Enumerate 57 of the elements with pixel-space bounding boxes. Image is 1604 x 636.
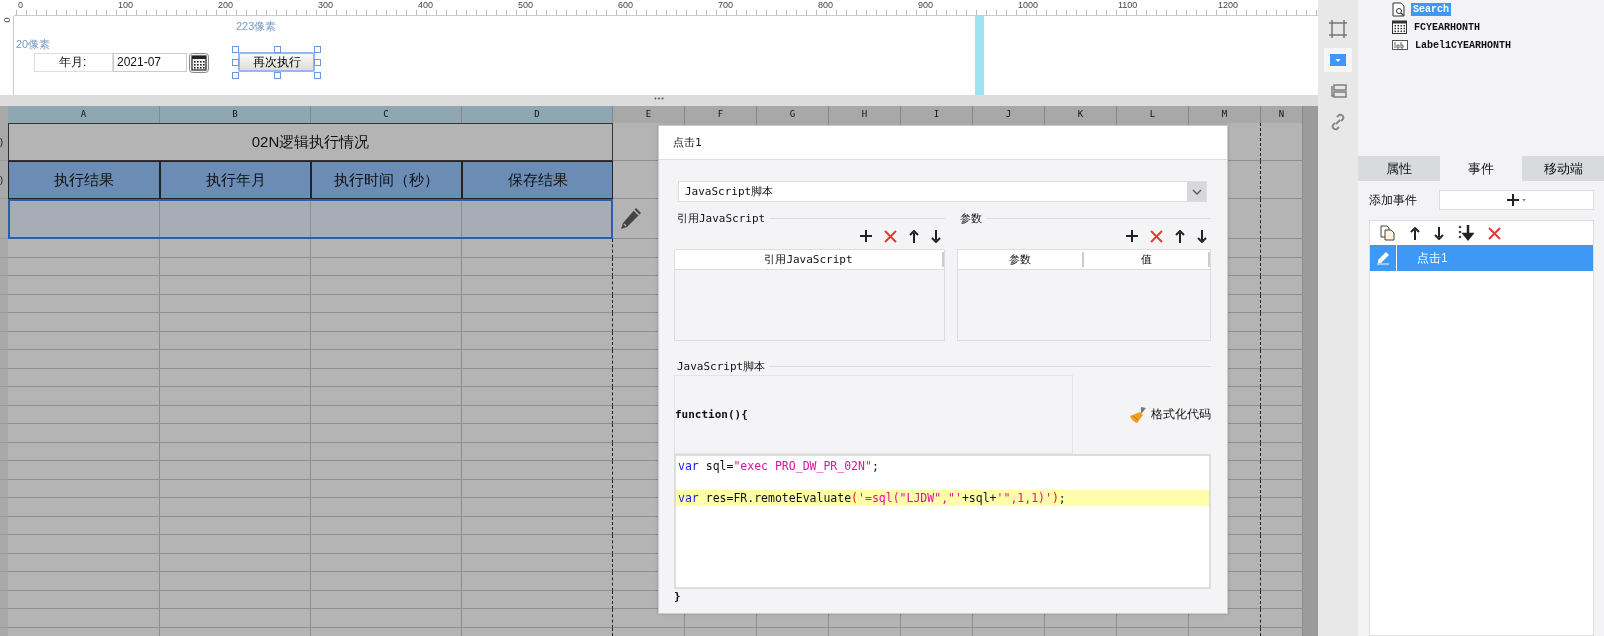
code-line: var sql="exec PRO_DW_PR_02N"; (677, 458, 880, 474)
column-header[interactable]: N (1261, 106, 1303, 123)
format-code-button[interactable]: 格式化代码 (1129, 405, 1211, 424)
column-header[interactable]: E (613, 106, 685, 123)
row-header[interactable]: ) (0, 174, 3, 185)
table-cell: 02N逻辑执行情况 (8, 123, 613, 161)
code-editor[interactable]: var sql="exec PRO_DW_PR_02N"; var res=FR.remoteEvaluate('=sql("LJDW","'+sql+'",1,1)'); (674, 454, 1211, 589)
row-header[interactable]: ) (0, 136, 3, 147)
section-label: 引用JavaScript (677, 210, 766, 226)
table-header-cell[interactable]: 参数 (958, 252, 1084, 267)
panel-tab[interactable]: 属性 (1358, 156, 1440, 181)
panel-tab[interactable]: 移动端 (1522, 156, 1604, 181)
tree-item[interactable]: Label1CYEARHONTH (1392, 36, 1604, 54)
ruler-label: 500 (518, 0, 534, 10)
ruler-label: 1100 (1118, 0, 1138, 10)
ruler-label: 1200 (1218, 0, 1239, 10)
table-header-cell: 执行年月 (160, 161, 311, 199)
table-header-cell: 执行时间（秒） (311, 161, 462, 199)
ruler-label: 400 (418, 0, 434, 10)
column-header[interactable]: B (160, 106, 311, 123)
column-header[interactable]: L (1117, 106, 1189, 123)
column-header[interactable]: H (829, 106, 901, 123)
column-header[interactable]: A (8, 106, 160, 123)
ruler-label: 700 (718, 0, 734, 10)
table-header-cell[interactable]: 值 (1084, 252, 1210, 267)
ruler-label: 300 (318, 0, 334, 10)
spacing-label: 223像素 (236, 19, 277, 34)
ruler-label: 600 (618, 0, 634, 10)
table-header-cell: 保存结果 (462, 161, 613, 199)
field-label: 添加事件 (1369, 191, 1417, 209)
column-header[interactable]: C (311, 106, 462, 123)
table-header-cell: 执行结果 (8, 161, 160, 199)
spacing-label: 20像素 (16, 37, 51, 52)
column-header[interactable]: G (757, 106, 829, 123)
dialog-title: 点击1 (659, 126, 1227, 160)
ruler-label: 1000 (1018, 0, 1039, 10)
ruler-label: 0 (1, 17, 12, 25)
column-header[interactable]: D (462, 106, 613, 123)
column-header[interactable]: F (685, 106, 757, 123)
column-header[interactable]: I (901, 106, 973, 123)
section-label: JavaScript脚本 (677, 358, 766, 374)
column-header[interactable]: M (1189, 106, 1261, 123)
date-field[interactable]: 2021-07 (113, 53, 187, 72)
code-text: } (674, 590, 681, 603)
tree-item[interactable]: FCYEARHONTH (1392, 18, 1604, 36)
ruler-label: 0 (18, 0, 23, 10)
section-label: 参数 (960, 210, 982, 226)
column-header[interactable]: K (1045, 106, 1117, 123)
action-type-select[interactable]: JavaScript脚本 (678, 181, 1207, 202)
column-header[interactable]: J (973, 106, 1045, 123)
ruler-label: 800 (818, 0, 834, 10)
form-label[interactable]: 年月: (34, 53, 113, 72)
ruler-label: 100 (118, 0, 134, 10)
ruler-label: 200 (218, 0, 234, 10)
code-text: function(){ (675, 408, 748, 421)
run-button[interactable]: 再次执行 (238, 52, 315, 72)
ruler-label: 900 (918, 0, 934, 10)
